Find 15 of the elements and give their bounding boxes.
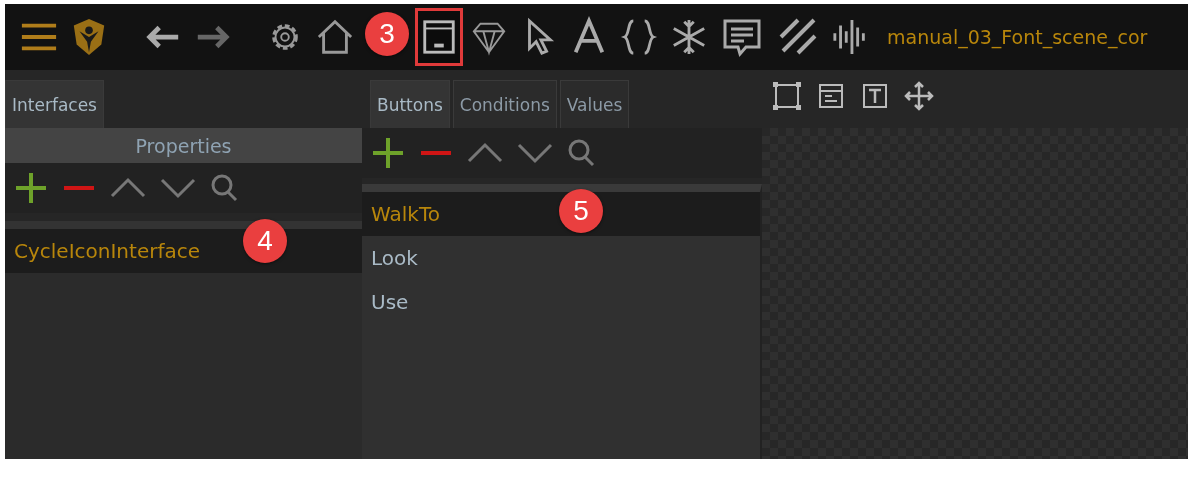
tab[interactable]: Values bbox=[559, 80, 630, 128]
move-icon[interactable] bbox=[904, 81, 934, 111]
panel-icon[interactable] bbox=[816, 81, 846, 111]
section-header: Properties bbox=[5, 128, 362, 163]
text-box-icon[interactable] bbox=[860, 81, 890, 111]
list-item[interactable]: Look bbox=[362, 236, 760, 280]
tab[interactable]: Conditions bbox=[452, 80, 557, 128]
list-item[interactable]: Use bbox=[362, 280, 760, 324]
add-icon[interactable] bbox=[370, 135, 406, 171]
tab[interactable]: Buttons bbox=[370, 80, 450, 128]
rectangle-icon[interactable] bbox=[772, 81, 802, 111]
add-icon[interactable] bbox=[13, 170, 49, 206]
tab[interactable]: Interfaces bbox=[5, 80, 104, 128]
scene-title: manual_03_Font_scene_cor bbox=[887, 26, 1148, 48]
callout-badge: 3 bbox=[365, 12, 409, 56]
